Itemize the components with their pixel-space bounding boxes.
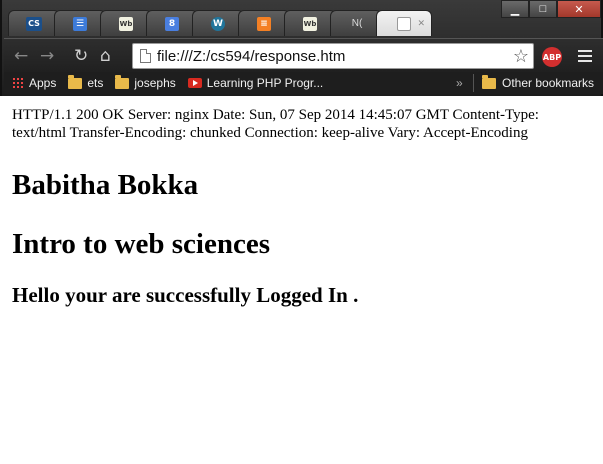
chat-icon: ☰ <box>73 16 87 31</box>
folder-icon <box>482 74 496 89</box>
tab-7[interactable]: Wb <box>284 10 336 36</box>
response-headers: HTTP/1.1 200 OK Server: nginx Date: Sun,… <box>12 107 539 141</box>
bookmark-apps[interactable]: Apps <box>12 76 56 90</box>
close-tab-icon[interactable]: ✕ <box>417 18 425 29</box>
address-bar[interactable]: file:///Z:/cs594/response.htm ☆ <box>132 43 534 69</box>
star-icon[interactable]: ☆ <box>513 46 529 67</box>
toolbar: ← → ↻ ⌂ file:///Z:/cs594/response.htm ☆ … <box>4 38 603 72</box>
bookmarks-bar: Apps ets josephs Learning PHP Progr... »… <box>4 72 603 94</box>
wordpress-icon: W <box>211 16 225 31</box>
google-icon: 8 <box>165 16 179 31</box>
login-message: Hello your are successfully Logged In . <box>12 283 359 307</box>
tab-strip: CS ☰ Wb 8 W ≡ Wb N( ✕ <box>8 10 432 38</box>
bookmark-label: Apps <box>29 76 57 90</box>
bookmark-josephs[interactable]: josephs <box>115 74 176 90</box>
bookmark-learning-php[interactable]: Learning PHP Progr... <box>187 76 324 90</box>
menu-icon[interactable] <box>578 50 592 65</box>
name-heading: Babitha Bokka <box>12 169 199 201</box>
bookmark-label: Learning PHP Progr... <box>206 76 324 90</box>
bookmarks-overflow-icon[interactable]: » <box>456 76 463 90</box>
stackoverflow-icon: ≡ <box>257 16 271 31</box>
bookmark-label: ets <box>87 76 104 90</box>
tab-2[interactable]: ☰ <box>54 10 106 36</box>
forward-icon[interactable]: → <box>40 47 54 65</box>
minimize-button[interactable]: ▁ <box>501 0 529 18</box>
tab-5[interactable]: W <box>192 10 244 36</box>
page-icon <box>140 49 151 63</box>
tab-3[interactable]: Wb <box>100 10 152 36</box>
browser-frame: CS ☰ Wb 8 W ≡ Wb N( ✕ ▁ □ ✕ ← → ↻ ⌂ file… <box>0 0 603 96</box>
tab-1[interactable]: CS <box>8 10 60 36</box>
apps-icon <box>12 77 24 89</box>
close-window-button[interactable]: ✕ <box>557 0 601 18</box>
tab-8[interactable]: N( <box>330 10 382 36</box>
tab-4[interactable]: 8 <box>146 10 198 36</box>
other-bookmarks[interactable]: Other bookmarks <box>482 74 595 90</box>
document-icon <box>397 16 411 31</box>
adblock-icon[interactable]: ABP <box>542 47 562 67</box>
maximize-button[interactable]: □ <box>529 0 557 18</box>
title-bar: CS ☰ Wb 8 W ≡ Wb N( ✕ ▁ □ ✕ <box>2 0 603 38</box>
course-heading: Intro to web sciences <box>12 228 271 260</box>
url-text[interactable]: file:///Z:/cs594/response.htm <box>157 48 345 65</box>
home-icon[interactable]: ⌂ <box>100 47 111 65</box>
reload-icon[interactable]: ↻ <box>74 47 88 65</box>
wb-icon: Wb <box>303 16 317 31</box>
page-content: HTTP/1.1 200 OK Server: nginx Date: Sun,… <box>2 96 601 464</box>
divider <box>473 74 474 92</box>
tab-active[interactable]: ✕ <box>376 10 432 36</box>
cs-icon: CS <box>26 16 42 31</box>
wb-icon: Wb <box>119 16 133 31</box>
youtube-icon <box>187 78 202 88</box>
tab-6[interactable]: ≡ <box>238 10 290 36</box>
back-icon[interactable]: ← <box>14 47 28 65</box>
folder-icon <box>68 74 83 89</box>
bookmark-ets[interactable]: ets <box>68 74 104 90</box>
window-controls: ▁ □ ✕ <box>501 0 601 18</box>
folder-icon <box>115 74 130 89</box>
bookmark-label: josephs <box>134 76 176 90</box>
tab-title: N( <box>351 18 363 29</box>
other-bookmarks-label: Other bookmarks <box>502 76 595 90</box>
